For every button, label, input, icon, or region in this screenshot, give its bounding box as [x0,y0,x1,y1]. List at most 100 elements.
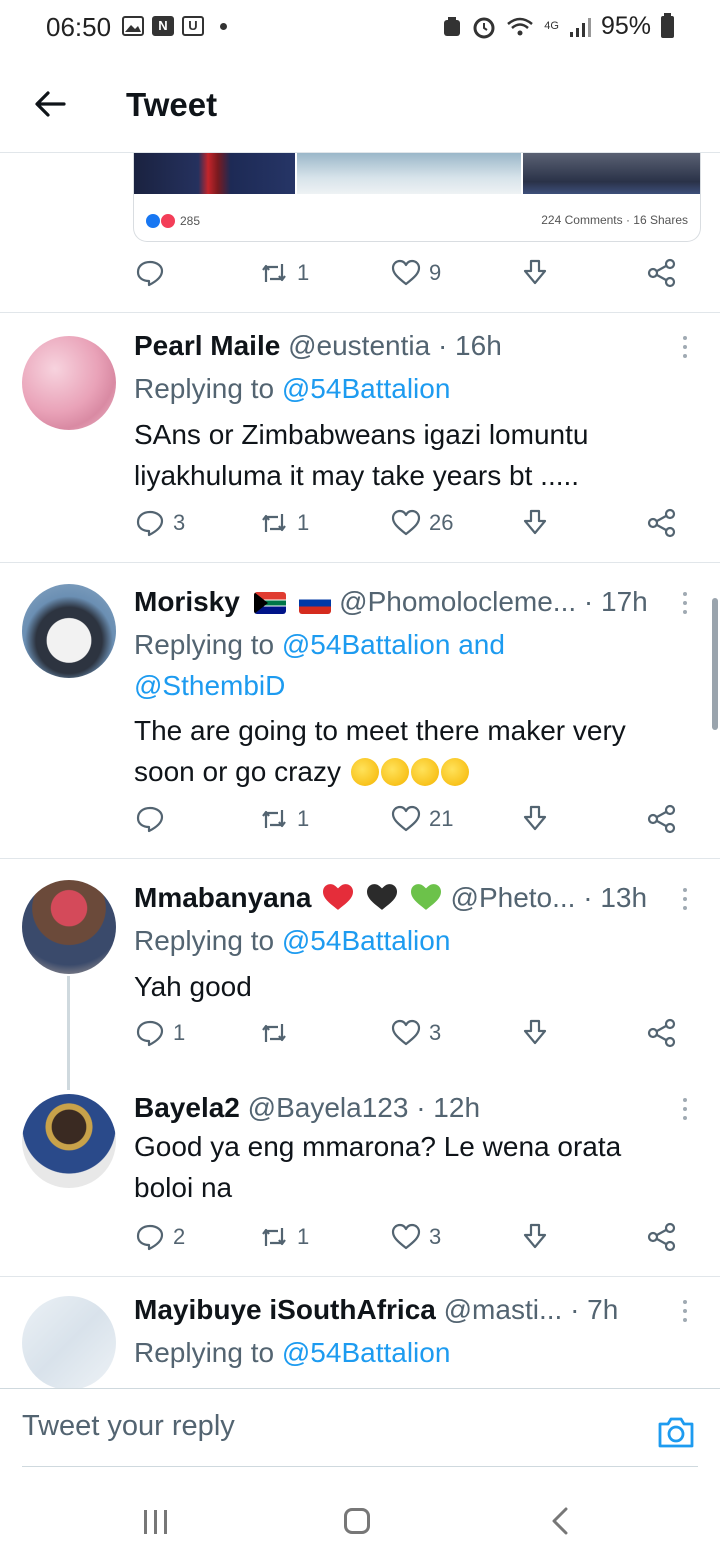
notif-u-icon: U [182,16,204,36]
like-button[interactable]: 21 [391,804,453,834]
tweet-text-line: SAns or Zimbabweans igazi lomuntu [134,419,589,450]
black-heart-icon [366,884,397,910]
mention-link[interactable]: @54Battalion [282,373,451,404]
green-heart-icon [410,884,441,910]
more-vertical-icon[interactable] [682,592,688,618]
reply-button[interactable]: 1 [135,1018,185,1048]
author-handle[interactable]: @Phomolocleme... [339,586,576,617]
replying-prefix: Replying to [134,925,275,956]
share-button[interactable] [647,508,677,538]
tweet-text-segment: soon or go crazy [134,756,341,787]
embedded-media-card[interactable]: 285 224 Comments · 16 Shares [133,153,701,242]
camera-icon[interactable] [656,1412,696,1452]
arrow-left-icon[interactable] [30,84,70,124]
download-button[interactable] [520,1222,550,1252]
status-bar: 06:50 N U 4G 95% [0,0,720,56]
retweet-button[interactable]: 1 [259,508,309,538]
author-name[interactable]: Bayela2 [134,1092,240,1123]
like-button[interactable]: 3 [391,1222,441,1252]
author-name[interactable]: Morisky [134,586,240,617]
replying-prefix: Replying to [134,373,275,404]
like-button[interactable]: 9 [391,258,441,288]
mention-link[interactable]: @54Battalion [282,925,451,956]
download-button[interactable] [520,508,550,538]
page-header: Tweet [0,62,720,150]
tweet-text-line: boloi na [134,1172,233,1203]
reply-input[interactable]: Tweet your reply [22,1410,235,1443]
avatar[interactable] [22,1094,116,1188]
avatar[interactable] [22,880,116,974]
reactions-count: 285 [180,214,201,228]
download-icon [523,805,547,831]
author-name[interactable]: Mmabanyana [134,882,311,913]
download-button[interactable] [520,1018,550,1048]
avatar[interactable] [22,584,116,678]
recycle-icon [444,16,461,36]
home-button[interactable] [344,1508,370,1534]
mention-link[interactable]: @54Battalion and [282,629,505,660]
author-handle[interactable]: @masti... [444,1294,563,1325]
red-heart-icon [323,884,354,910]
tweet-header: Bayela2 @Bayela123 · 12h [134,1090,664,1126]
retweet-button[interactable] [259,1018,297,1048]
more-vertical-icon[interactable] [682,1300,688,1326]
mention-link[interactable]: @54Battalion [282,1337,451,1368]
heart-icon [391,259,421,286]
like-count: 9 [429,260,442,285]
recent-apps-button[interactable] [144,1510,168,1534]
retweet-button[interactable]: 1 [259,1222,309,1252]
reply-button[interactable]: 3 [135,508,185,538]
share-icon [647,1222,676,1252]
more-vertical-icon[interactable] [682,1098,688,1124]
author-handle[interactable]: @Pheto... [451,882,576,913]
reply-button[interactable] [135,804,173,834]
reply-button[interactable]: 2 [135,1222,185,1252]
tweet-actions: 3 1 26 [135,508,690,548]
tweet-text: The are going to meet there maker very s… [134,710,694,792]
wifi-icon [507,17,534,35]
tweet-actions: 2 1 3 [135,1222,690,1262]
retweet-button[interactable]: 1 [259,804,309,834]
download-button[interactable] [520,258,550,288]
back-nav-icon[interactable] [548,1506,572,1536]
retweet-count: 1 [297,806,310,831]
tweet-text-line: Yah good [134,971,252,1002]
author-handle[interactable]: @Bayela123 [248,1092,409,1123]
tweet-time: · 16h [437,330,502,361]
signal-icon [569,17,591,37]
composer-underline [22,1466,698,1467]
share-button[interactable] [647,258,677,288]
avatar[interactable] [22,1296,116,1390]
more-vertical-icon[interactable] [682,888,688,914]
status-time: 06:50 [46,12,112,42]
retweet-icon [262,810,286,828]
system-nav-bar [0,1478,720,1560]
author-name[interactable]: Mayibuye iSouthAfrica [134,1294,436,1325]
battery-percent: 95% [600,12,651,40]
avatar[interactable] [22,336,116,430]
replying-to: Replying to @54Battalion [134,920,450,961]
mention-link[interactable]: @SthembiD [134,670,285,701]
tweet-text-line: soon or go crazy [134,751,694,792]
download-icon [523,259,547,285]
more-vertical-icon[interactable] [682,336,688,362]
tweet-actions: 1 21 [135,804,690,844]
retweet-button[interactable]: 1 [259,258,309,288]
like-button[interactable]: 26 [391,508,453,538]
battery-icon [661,12,674,38]
replying-to: Replying to @54Battalion and @SthembiD [134,624,505,706]
share-button[interactable] [647,804,677,834]
reply-icon [136,1224,164,1251]
share-button[interactable] [647,1222,677,1252]
download-icon [523,509,547,535]
card-image [523,153,700,194]
share-button[interactable] [647,1018,677,1048]
share-icon [647,258,676,288]
scrollbar[interactable] [712,598,718,730]
author-handle[interactable]: @eustentia [288,330,430,361]
south-africa-flag-icon [253,592,286,614]
reply-button[interactable] [135,258,165,288]
download-button[interactable] [520,804,550,834]
like-button[interactable]: 3 [391,1018,441,1048]
author-name[interactable]: Pearl Maile [134,330,280,361]
